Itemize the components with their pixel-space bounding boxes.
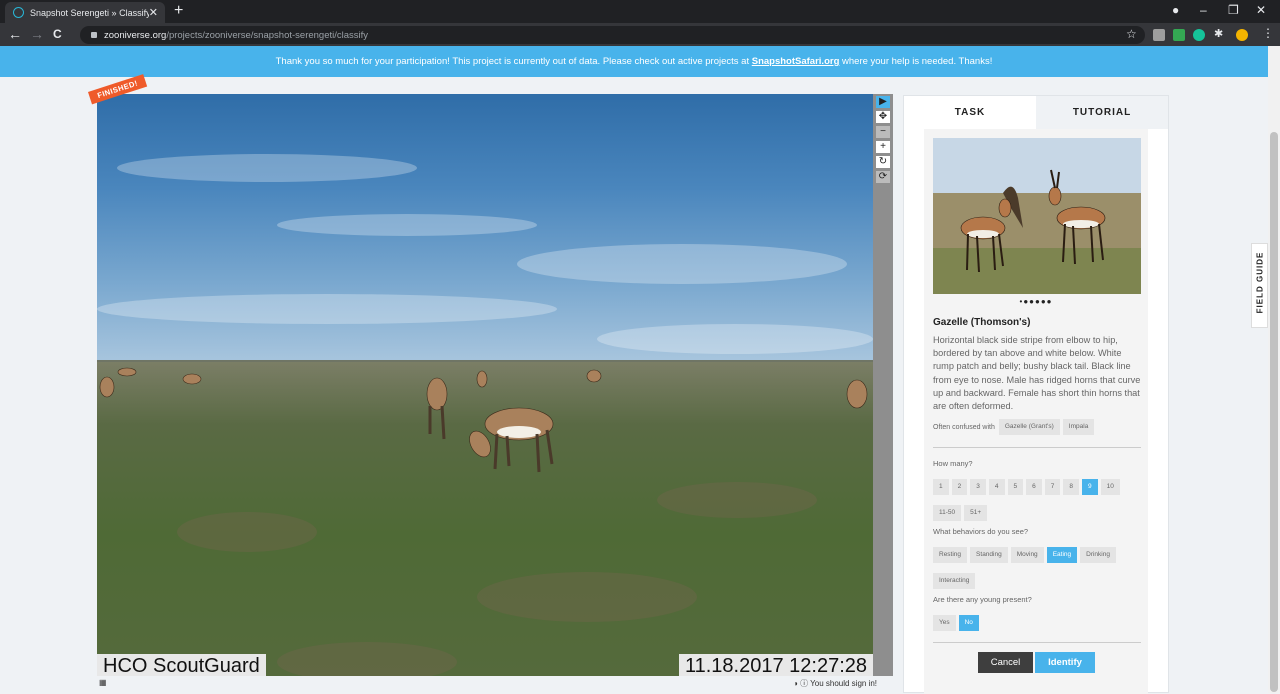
field-guide-label: FIELD GUIDE (1255, 251, 1265, 314)
count-option[interactable]: 10 (1100, 479, 1120, 495)
extension-icon[interactable] (1153, 29, 1165, 41)
forward-button[interactable]: → (30, 26, 44, 42)
snapshot-safari-link[interactable]: SnapshotSafari.org (752, 56, 840, 67)
zooniverse-favicon-icon (13, 7, 24, 18)
pointer-tool-icon[interactable]: ▶ (876, 96, 890, 108)
url-path: /projects/zooniverse/snapshot-serengeti/… (166, 29, 369, 41)
contrast-icon[interactable]: ◑ (793, 679, 798, 688)
count-option[interactable]: 6 (1026, 479, 1042, 495)
reset-icon[interactable]: ⟳ (876, 171, 890, 183)
species-photo (933, 138, 1141, 294)
young-no-button[interactable]: No (958, 615, 979, 631)
scrollbar-thumb[interactable] (1270, 132, 1278, 692)
young-label: Are there any young present? (933, 595, 1032, 604)
new-tab-button[interactable]: + (174, 2, 183, 20)
divider (933, 642, 1141, 643)
browser-tab[interactable]: Snapshot Serengeti » Classify — ✕ (5, 2, 165, 23)
address-bar[interactable]: zooniverse.org /projects/zooniverse/snap… (80, 26, 1145, 44)
young-options: Yes No (933, 611, 1143, 637)
browser-toolbar: ← → C zooniverse.org /projects/zoonivers… (0, 23, 1280, 46)
classifier-panel: TASK TUTORIAL •●●●●● Gazelle (Thomson's)… (903, 95, 1169, 694)
info-icon[interactable]: ⓘ (800, 679, 808, 688)
count-option[interactable]: 51+ (964, 505, 988, 521)
confused-with: Often confused with Gazelle (Grant's) Im… (933, 419, 1097, 435)
out-of-data-banner: Thank you so much for your participation… (0, 46, 1268, 77)
count-option[interactable]: 8 (1063, 479, 1079, 495)
confused-grants-gazelle-button[interactable]: Gazelle (Grant's) (998, 419, 1060, 435)
timestamp-label: 11.18.2017 12:27:28 (678, 654, 873, 676)
url-host: zooniverse.org (104, 29, 167, 41)
count-option[interactable]: 4 (988, 479, 1005, 495)
camera-label: HCO ScoutGuard (97, 654, 266, 676)
signin-text[interactable]: You should sign in! (810, 679, 877, 688)
extensions-puzzle-icon[interactable]: ✱ (1214, 27, 1226, 40)
confused-impala-button[interactable]: Impala (1062, 419, 1095, 435)
profile-icon[interactable]: ● (1172, 3, 1179, 17)
identify-button[interactable]: Identify (1035, 652, 1095, 673)
young-yes-button[interactable]: Yes (933, 615, 956, 631)
tab-task[interactable]: TASK (904, 96, 1036, 129)
tab-close-icon[interactable]: ✕ (149, 6, 158, 19)
task-body: •●●●●● Gazelle (Thomson's) Horizontal bl… (924, 129, 1148, 694)
banner-text-after: where your help is needed. Thanks! (839, 56, 993, 67)
rotate-icon[interactable]: ↻ (876, 156, 890, 168)
extension-check-icon[interactable] (1173, 29, 1185, 41)
behaviors-label: What behaviors do you see? (933, 527, 1029, 536)
frame-grid-icon[interactable]: ▦ (99, 678, 107, 687)
reload-button[interactable]: C (53, 27, 62, 41)
count-option-selected[interactable]: 9 (1082, 479, 1098, 495)
species-name: Gazelle (Thomson's) (933, 317, 1031, 328)
count-option[interactable]: 2 (951, 479, 968, 495)
count-option[interactable]: 3 (970, 479, 986, 495)
browser-tab-bar: Snapshot Serengeti » Classify — ✕ + ● – … (0, 0, 1280, 23)
zoom-out-icon[interactable]: − (876, 126, 890, 138)
confused-label: Often confused with (933, 423, 995, 431)
divider (933, 447, 1141, 448)
behavior-drinking-button[interactable]: Drinking (1080, 547, 1116, 563)
how-many-label: How many? (933, 459, 973, 468)
banner-text-before: Thank you so much for your participation… (275, 56, 752, 67)
species-description: Horizontal black side stripe from elbow … (933, 335, 1141, 412)
menu-kebab-icon[interactable]: ⋮ (1262, 26, 1274, 40)
back-button[interactable]: ← (8, 26, 22, 42)
behavior-interacting-button[interactable]: Interacting (933, 573, 976, 589)
count-option[interactable]: 1 (933, 479, 949, 495)
behavior-moving-button[interactable]: Moving (1010, 547, 1044, 563)
zoom-in-icon[interactable]: + (876, 141, 890, 153)
panel-tabs: TASK TUTORIAL (904, 96, 1168, 129)
bookmark-star-icon[interactable]: ☆ (1126, 27, 1137, 41)
behavior-resting-button[interactable]: Resting (933, 547, 968, 563)
profile-avatar-icon[interactable] (1236, 29, 1248, 41)
window-close-button[interactable]: ✕ (1256, 3, 1266, 17)
count-option[interactable]: 5 (1007, 479, 1024, 495)
cancel-button[interactable]: Cancel (978, 652, 1033, 673)
subject-image[interactable]: HCO ScoutGuard 11.18.2017 12:27:28 (97, 94, 873, 676)
signin-notice: ◑ ⓘ You should sign in! (793, 678, 877, 689)
count-option[interactable]: 11-50 (933, 505, 962, 521)
pan-tool-icon[interactable]: ✥ (876, 111, 890, 123)
how-many-options: 1 2 3 4 5 6 7 8 9 10 11-50 51+ (933, 475, 1143, 527)
restore-button[interactable]: ❐ (1228, 3, 1239, 17)
behavior-options: Resting Standing Moving Eating Drinking Inter… (933, 543, 1143, 595)
behavior-eating-button[interactable]: Eating (1046, 547, 1078, 563)
minimize-button[interactable]: – (1200, 3, 1207, 17)
tab-title: Snapshot Serengeti » Classify — (30, 7, 149, 18)
lock-icon (91, 32, 97, 38)
gazelles-herd (99, 367, 868, 473)
field-guide-tab[interactable]: FIELD GUIDE (1251, 243, 1268, 328)
grammarly-icon[interactable] (1193, 29, 1205, 41)
count-option[interactable]: 7 (1044, 479, 1061, 495)
tab-tutorial[interactable]: TUTORIAL (1036, 96, 1168, 129)
carousel-dots[interactable]: •●●●●● (924, 297, 1148, 306)
image-toolbar: ▶ ✥ − + ↻ ⟳ (873, 94, 893, 676)
behavior-standing-button[interactable]: Standing (970, 547, 1008, 563)
page-scrollbar[interactable] (1268, 46, 1280, 693)
